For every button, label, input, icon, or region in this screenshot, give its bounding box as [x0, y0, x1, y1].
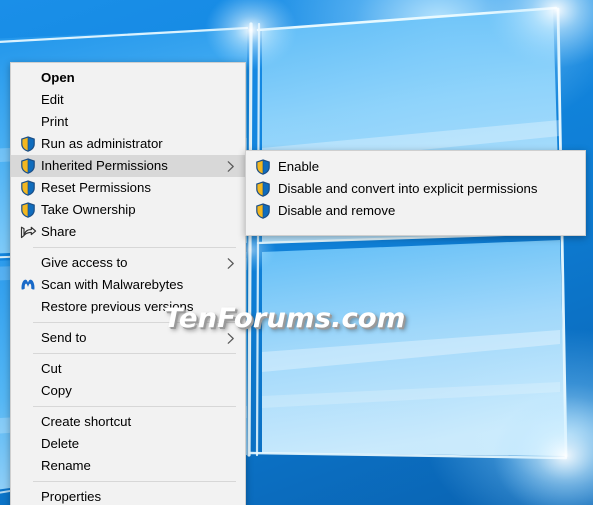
menu-item-label: Restore previous versions: [41, 299, 194, 314]
no-icon: [19, 382, 37, 400]
menu-separator: [33, 322, 236, 323]
menu-item-label: Run as administrator: [41, 136, 163, 151]
menu-item-delete[interactable]: Delete: [11, 433, 245, 455]
share-icon: [19, 223, 37, 241]
no-icon: [19, 413, 37, 431]
menu-separator: [33, 481, 236, 482]
menu-item-create-shortcut[interactable]: Create shortcut: [11, 411, 245, 433]
submenu-item-disable-and-remove[interactable]: Disable and remove: [246, 200, 585, 222]
menu-separator: [33, 406, 236, 407]
no-icon: [19, 254, 37, 272]
menu-item-scan-with-malwarebytes[interactable]: Scan with Malwarebytes: [11, 274, 245, 296]
menu-item-edit[interactable]: Edit: [11, 89, 245, 111]
menu-item-share[interactable]: Share: [11, 221, 245, 243]
menu-item-label: Send to: [41, 330, 87, 345]
menu-item-inherited-permissions[interactable]: Inherited Permissions: [11, 155, 245, 177]
submenu-item-enable[interactable]: Enable: [246, 156, 585, 178]
chevron-right-icon: [227, 252, 237, 274]
menu-item-rename[interactable]: Rename: [11, 455, 245, 477]
menu-item-label: Copy: [41, 383, 72, 398]
menu-item-label: Take Ownership: [41, 202, 136, 217]
menu-item-restore-previous-versions[interactable]: Restore previous versions: [11, 296, 245, 318]
shield-icon: [19, 157, 37, 175]
menu-item-reset-permissions[interactable]: Reset Permissions: [11, 177, 245, 199]
no-icon: [19, 298, 37, 316]
menu-item-label: Print: [41, 114, 69, 129]
desktop-screen: TenForums.com Open Edit Print Run as admini…: [0, 0, 593, 505]
menu-item-label: Edit: [41, 92, 64, 107]
no-icon: [19, 329, 37, 347]
no-icon: [19, 457, 37, 475]
menu-item-label: Reset Permissions: [41, 180, 151, 195]
menu-item-copy[interactable]: Copy: [11, 380, 245, 402]
menu-item-label: Properties: [41, 489, 102, 504]
no-icon: [19, 91, 37, 109]
chevron-right-icon: [227, 327, 237, 349]
shield-icon: [254, 202, 272, 220]
menu-item-label: Rename: [41, 458, 91, 473]
no-icon: [19, 113, 37, 131]
menu-item-give-access-to[interactable]: Give access to: [11, 252, 245, 274]
menu-item-open[interactable]: Open: [11, 67, 245, 89]
menu-item-label: Scan with Malwarebytes: [41, 277, 184, 292]
menu-item-run-as-administrator[interactable]: Run as administrator: [11, 133, 245, 155]
shield-icon: [19, 201, 37, 219]
menu-item-send-to[interactable]: Send to: [11, 327, 245, 349]
no-icon: [19, 69, 37, 87]
submenu-item-label: Disable and convert into explicit permis…: [278, 181, 538, 196]
menu-item-label: Cut: [41, 361, 62, 376]
menu-item-label: Share: [41, 224, 77, 239]
menu-item-properties[interactable]: Properties: [11, 486, 245, 505]
no-icon: [19, 435, 37, 453]
menu-item-label: Give access to: [41, 255, 128, 270]
menu-item-label: Open: [41, 70, 75, 85]
menu-item-take-ownership[interactable]: Take Ownership: [11, 199, 245, 221]
no-icon: [19, 488, 37, 505]
submenu-item-disable-and-convert-into-explicit-permissions[interactable]: Disable and convert into explicit permis…: [246, 178, 585, 200]
shield-icon: [254, 158, 272, 176]
file-context-menu[interactable]: Open Edit Print Run as administrator Inherit…: [10, 62, 246, 505]
malwarebytes-icon: [19, 276, 37, 294]
menu-item-label: Create shortcut: [41, 414, 132, 429]
shield-icon: [254, 180, 272, 198]
submenu-item-label: Disable and remove: [278, 203, 396, 218]
menu-item-cut[interactable]: Cut: [11, 358, 245, 380]
menu-item-label: Inherited Permissions: [41, 158, 168, 173]
menu-separator: [33, 247, 236, 248]
no-icon: [19, 360, 37, 378]
shield-icon: [19, 179, 37, 197]
submenu-item-label: Enable: [278, 159, 320, 174]
shield-icon: [19, 135, 37, 153]
menu-item-label: Delete: [41, 436, 80, 451]
chevron-right-icon: [227, 155, 237, 177]
menu-item-print[interactable]: Print: [11, 111, 245, 133]
inherited-permissions-submenu[interactable]: Enable Disable and convert into explicit …: [245, 150, 586, 236]
menu-separator: [33, 353, 236, 354]
